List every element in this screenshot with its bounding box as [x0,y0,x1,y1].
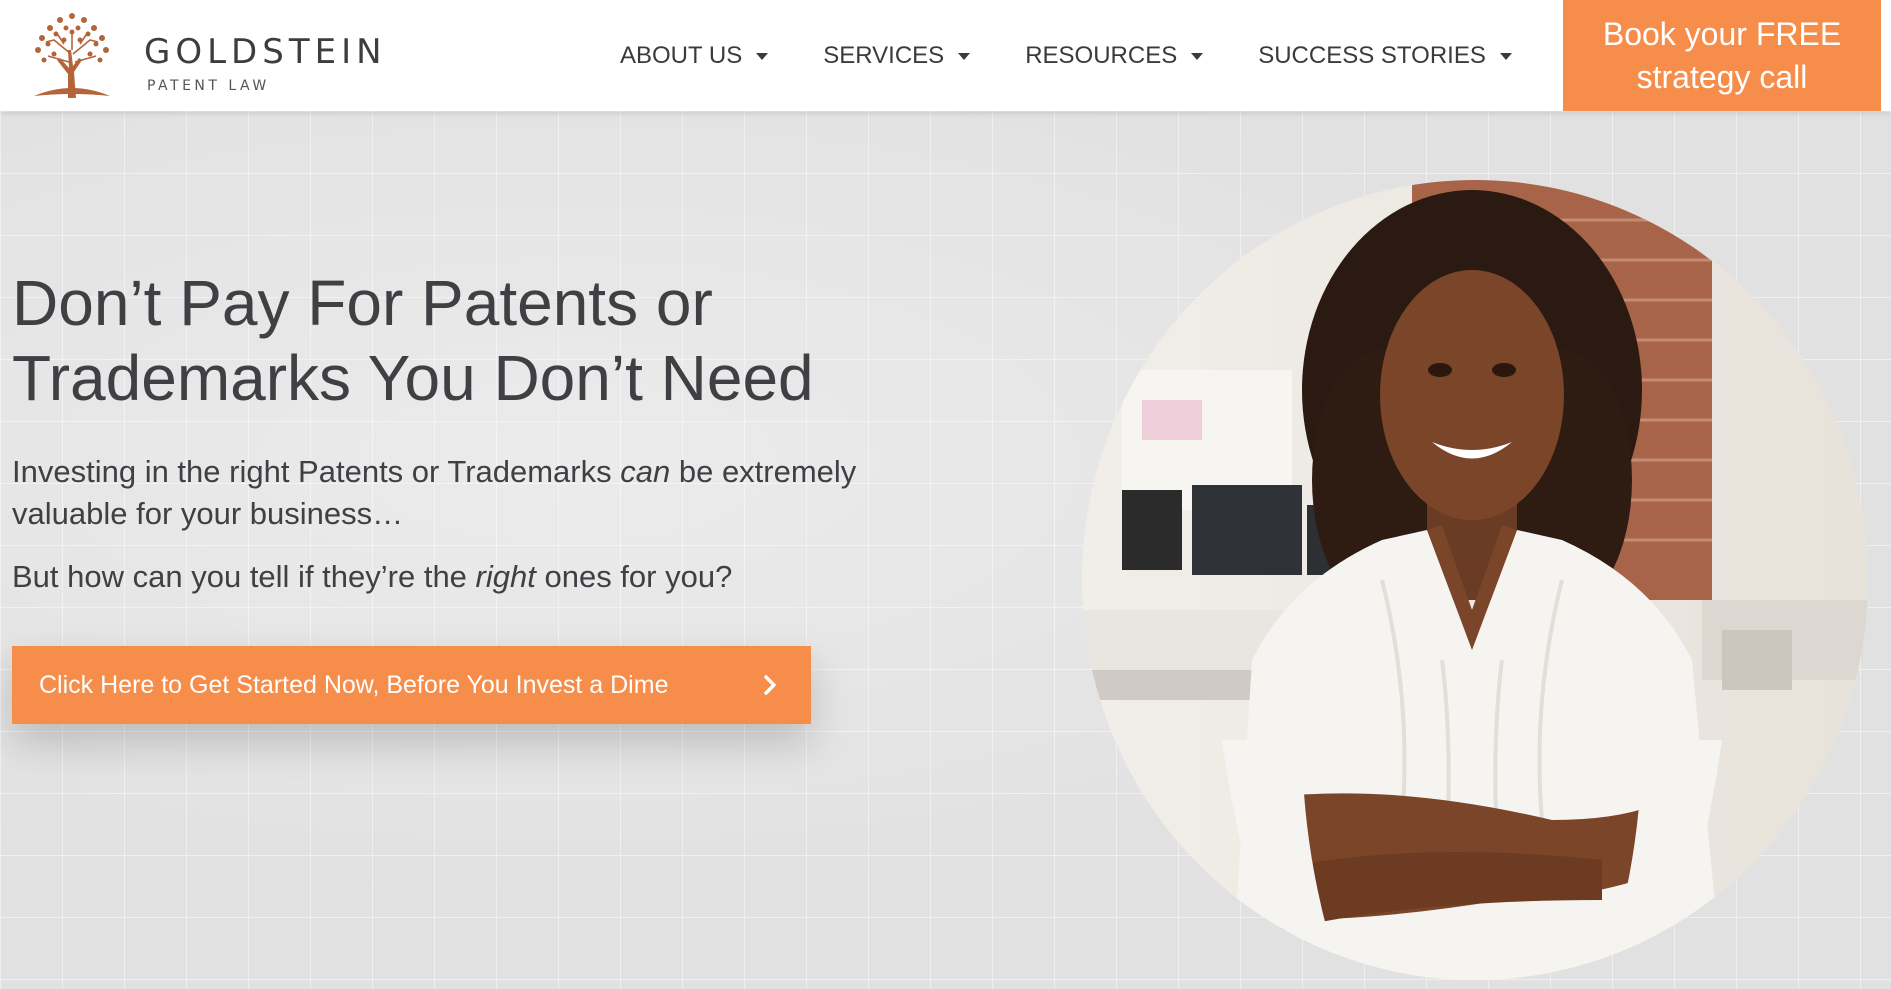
question-text-a: But how can you tell if they’re the [12,559,476,594]
caret-down-icon [958,53,971,60]
caret-down-icon [1191,53,1204,60]
headline-line-2: Trademarks You Don’t Need [12,342,814,414]
book-strategy-call-button[interactable]: Book your FREE strategy call [1563,0,1881,111]
hero-intro-text: Investing in the right Patents or Tradem… [12,451,892,535]
hero-question-text: But how can you tell if they’re the righ… [12,556,892,598]
hero-portrait-photo [1082,180,1868,980]
nav-label: RESOURCES [1025,41,1178,69]
nav-item-success-stories[interactable]: SUCCESS STORIES [1258,42,1512,70]
nav-label: SUCCESS STORIES [1258,41,1486,69]
nav-item-resources[interactable]: RESOURCES [1025,41,1204,70]
caret-down-icon [1499,53,1512,60]
question-text-emphasis: right [475,559,536,594]
get-started-label: Click Here to Get Started Now, Before Yo… [39,670,669,699]
intro-text-a: Investing in the right Patents or Tradem… [12,454,621,489]
intro-text-emphasis: can [620,454,671,489]
chevron-right-icon [764,675,776,695]
nav-item-services[interactable]: SERVICES [823,41,971,70]
hero-headline: Don’t Pay For Patents or Trademarks You … [12,266,1012,416]
main-nav: ABOUT US SERVICES RESOURCES SUCCESS STOR… [620,0,1567,111]
brand-name: GOLDSTEIN [144,32,387,72]
caret-down-icon [756,53,769,60]
question-text-b: ones for you? [535,559,733,594]
logo[interactable]: GOLDSTEIN PATENT LAW [24,10,404,102]
nav-label: SERVICES [823,41,945,69]
book-call-line2: strategy call [1636,58,1808,95]
tree-icon [34,13,110,98]
get-started-button[interactable]: Click Here to Get Started Now, Before Yo… [12,646,811,724]
portrait-illustration [1082,180,1868,980]
site-header: GOLDSTEIN PATENT LAW ABOUT US SERVICES R… [0,0,1891,111]
nav-item-about-us[interactable]: ABOUT US [620,41,769,70]
headline-line-1: Don’t Pay For Patents or [12,267,713,339]
book-call-line1: Book your FREE [1602,15,1842,52]
brand-tagline: PATENT LAW [147,78,270,94]
nav-label: ABOUT US [620,41,743,69]
